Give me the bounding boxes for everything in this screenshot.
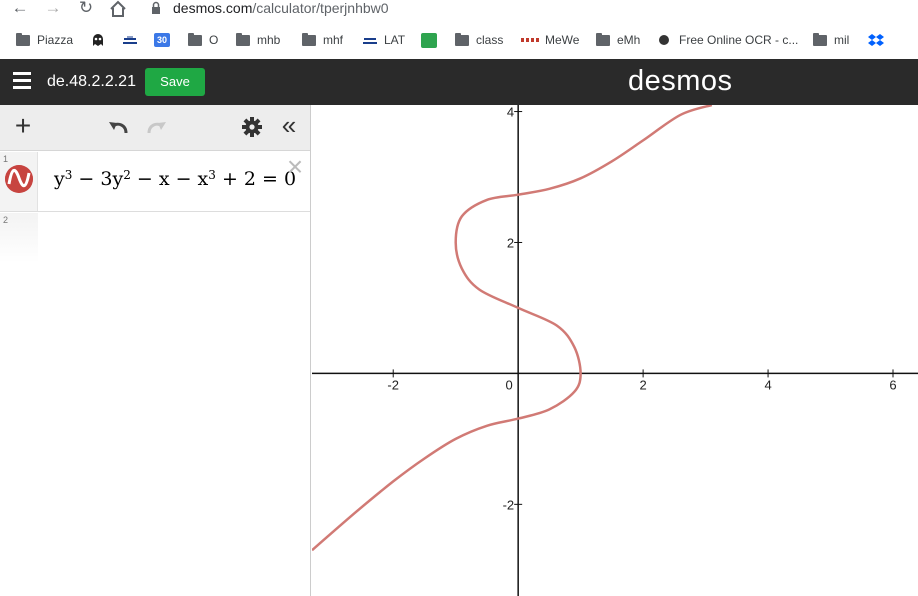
- math-exponent: 3: [64, 168, 73, 182]
- url-host: desmos.com: [173, 0, 253, 16]
- dropbox-favicon: [868, 34, 884, 46]
- bookmark-mewe[interactable]: MeWe: [521, 31, 579, 49]
- y-tick-label: 4: [507, 105, 514, 120]
- bookmark-label: Piazza: [37, 33, 74, 47]
- bookmark-label: O: [209, 33, 219, 47]
- math-part: y: [54, 168, 65, 190]
- math-exponent: 3: [208, 168, 216, 182]
- x-tick-label: 0: [506, 377, 513, 392]
- expression-number: 2: [3, 215, 9, 225]
- axis-ticks: -2 0 2 4 6 -2 2 4: [387, 105, 896, 512]
- ship-favicon: [363, 38, 377, 44]
- curve-layer: [312, 105, 713, 552]
- hamburger-menu-icon[interactable]: [13, 72, 31, 89]
- folder-icon: [236, 32, 250, 46]
- bookmark-lat[interactable]: LAT: [362, 31, 405, 49]
- bookmark-label: mhf: [323, 33, 344, 47]
- folder-icon: [813, 32, 827, 46]
- desmos-header: de.48.2.2.21 Save desmos: [0, 59, 918, 105]
- expression-row[interactable]: 1 y3 − 3y2 − x − x3 + 2 = 0 ×: [0, 152, 310, 212]
- bookmark-label: eMh: [617, 33, 641, 47]
- folder-icon: [16, 32, 30, 46]
- x-tick-label: 2: [639, 377, 646, 392]
- bookmark-label: LAT: [384, 33, 406, 47]
- ghost-favicon: [93, 34, 103, 46]
- bookmark-mil[interactable]: mil: [813, 31, 849, 49]
- address-row: ← → ↻ desmos.com/calculator/tperjnhbw0: [0, 0, 918, 20]
- mewe-favicon: [521, 38, 539, 42]
- desmos-logo: desmos: [628, 65, 733, 97]
- bookmark-label: Free Online OCR - c...: [679, 33, 799, 47]
- axes: [312, 105, 918, 596]
- bookmarks-bar: Piazza 30 O mhb mhf LAT class MeWe eMh F…: [0, 27, 918, 53]
- y-tick-label: -2: [503, 497, 515, 512]
- url-path: /calculator/tperjnhbw0: [252, 0, 389, 16]
- home-icon[interactable]: [108, 0, 128, 18]
- math-exponent: 2: [123, 168, 131, 182]
- bookmark-ship[interactable]: [122, 31, 144, 49]
- bookmark-dropbox[interactable]: [868, 31, 890, 49]
- y-tick-label: 2: [507, 235, 514, 250]
- folder-icon: [188, 32, 202, 46]
- forward-arrow-icon[interactable]: →: [43, 0, 63, 18]
- graph-title[interactable]: de.48.2.2.21: [47, 73, 136, 91]
- reload-icon[interactable]: ↻: [76, 0, 96, 18]
- bookmark-label: mil: [834, 33, 850, 47]
- back-arrow-icon[interactable]: ←: [10, 0, 30, 18]
- x-tick-label: -2: [387, 377, 399, 392]
- graph-canvas[interactable]: -2 0 2 4 6 -2 2 4: [312, 105, 918, 596]
- implicit-curve-line: [312, 105, 713, 552]
- bookmark-label: MeWe: [545, 33, 580, 47]
- expression-panel: + « 1 y3 − 3y2 − x − x3 + 2 = 0 × 2: [0, 105, 311, 596]
- bookmark-ocr[interactable]: Free Online OCR - c...: [659, 31, 798, 49]
- redo-icon[interactable]: [143, 117, 169, 137]
- expression-toolbar: + «: [0, 105, 310, 151]
- bookmark-label: mhb: [257, 33, 281, 47]
- bookmark-o[interactable]: O: [188, 31, 218, 49]
- bookmark-emh[interactable]: eMh: [596, 31, 640, 49]
- folder-icon: [455, 32, 469, 46]
- bookmark-label: class: [476, 33, 504, 47]
- delete-expression-icon[interactable]: ×: [283, 153, 307, 181]
- expression-number: 1: [3, 154, 9, 164]
- undo-icon[interactable]: [106, 117, 132, 137]
- gear-icon[interactable]: [241, 116, 263, 138]
- save-button[interactable]: Save: [145, 68, 205, 96]
- bookmark-green[interactable]: [421, 31, 437, 49]
- expression-math[interactable]: y3 − 3y2 − x − x3 + 2 = 0: [54, 168, 296, 190]
- bookmark-mhb[interactable]: mhb: [236, 31, 280, 49]
- x-tick-label: 6: [889, 377, 896, 392]
- expression-gutter: 2: [0, 213, 38, 263]
- lock-icon: [152, 1, 160, 14]
- folder-icon: [302, 32, 316, 46]
- bookmark-ghost[interactable]: [90, 31, 112, 49]
- bookmark-mhf[interactable]: mhf: [302, 31, 343, 49]
- math-part: − x − x: [130, 168, 209, 190]
- bookmark-calendar[interactable]: 30: [154, 31, 170, 49]
- green-favicon: [421, 32, 437, 48]
- expression-gutter: 1: [0, 152, 38, 211]
- add-item-plus-icon[interactable]: +: [10, 112, 36, 140]
- x-tick-label: 4: [764, 377, 771, 392]
- folder-icon: [596, 32, 610, 46]
- bookmark-piazza[interactable]: Piazza: [16, 31, 73, 49]
- ocr-favicon: [659, 35, 669, 45]
- collapse-panel-icon[interactable]: «: [276, 111, 302, 141]
- expression-row-empty[interactable]: 2: [0, 213, 310, 263]
- calendar-day: 30: [156, 35, 167, 45]
- calendar-favicon: 30: [154, 33, 170, 47]
- graph-visibility-icon[interactable]: [5, 165, 33, 193]
- math-part: − 3y: [72, 168, 124, 190]
- url-field[interactable]: desmos.com/calculator/tperjnhbw0: [173, 0, 389, 18]
- ship-favicon: [123, 36, 137, 44]
- bookmark-class[interactable]: class: [455, 31, 503, 49]
